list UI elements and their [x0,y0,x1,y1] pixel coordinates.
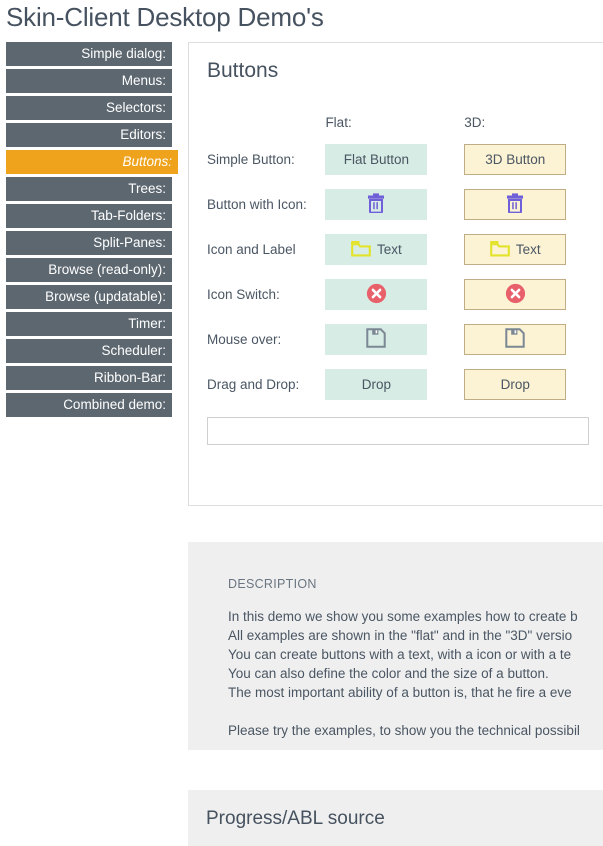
trash-icon [506,193,524,216]
sidebar-item-combined-demo[interactable]: Combined demo: [6,393,172,417]
drop-target-input[interactable] [207,417,589,445]
flat-button[interactable] [325,189,428,220]
button-label: Text [515,242,541,257]
button-label: Flat Button [343,152,410,167]
three-d-button-cell [464,279,603,310]
sidebar-item-simple-dialog[interactable]: Simple dialog: [6,42,172,66]
sidebar-item-tab-folders[interactable]: Tab-Folders: [6,204,172,228]
description-panel: DESCRIPTION In this demo we show you som… [188,542,603,750]
button-label: Drop [500,377,530,392]
flat-button[interactable]: Flat Button [325,144,428,175]
sidebar-item-split-panes[interactable]: Split-Panes: [6,231,172,255]
buttons-panel: Buttons Flat: 3D: Simple Button: Flat But… [188,42,603,506]
description-text: In this demo we show you some examples h… [228,609,580,738]
three-d-button[interactable] [464,279,567,310]
sidebar-item-scheduler[interactable]: Scheduler: [6,339,172,363]
grid-row: Simple Button: Flat Button 3D Button [207,137,603,182]
row-label: Button with Icon: [207,197,307,212]
three-d-button-cell: Drop [464,369,603,400]
sidebar-item-timer[interactable]: Timer: [6,312,172,336]
grid-header-row: Flat: 3D: [207,107,603,137]
grid-row: Drag and Drop: Drop Drop [207,362,603,407]
folder-icon [489,240,510,260]
cancel-circle-icon [505,283,526,307]
flat-button-cell [325,189,464,220]
sidebar-item-trees[interactable]: Trees: [6,177,172,201]
page-title: Skin-Client Desktop Demo's [6,2,324,32]
button-label: Text [377,242,402,257]
app-root: Skin-Client Desktop Demo's Simple dialog… [0,0,603,846]
grid-row: Icon and Label Text Text [207,227,603,272]
flat-button[interactable] [325,279,428,310]
row-label: Icon and Label [207,242,296,257]
folder-icon [351,240,371,260]
grid-row: Mouse over: [207,317,603,362]
row-label: Mouse over: [207,332,282,347]
row-label: Drag and Drop: [207,377,300,392]
three-d-button-cell: Text [464,234,603,265]
source-panel-title: Progress/ABL source [206,808,385,829]
flat-button-cell: Flat Button [325,144,464,175]
description-heading: DESCRIPTION [228,577,317,591]
sidebar-item-browse-read-only[interactable]: Browse (read-only): [6,258,172,282]
three-d-button[interactable]: Text [464,234,567,265]
flat-button[interactable] [325,324,428,355]
row-label: Simple Button: [207,152,295,167]
cancel-circle-icon [366,283,387,307]
source-panel: Progress/ABL source [188,790,603,846]
save-icon [366,328,387,351]
buttons-grid: Flat: 3D: Simple Button: Flat Button 3D Bu… [207,107,603,407]
grid-row: Icon Switch: [207,272,603,317]
button-label: 3D Button [485,152,546,167]
panel-title: Buttons [207,59,279,82]
three-d-button-cell: 3D Button [464,144,603,175]
flat-button-cell: Drop [325,369,464,400]
three-d-button[interactable]: Drop [464,369,567,400]
three-d-button[interactable] [464,189,567,220]
sidebar-item-editors[interactable]: Editors: [6,123,172,147]
save-icon [505,328,525,351]
trash-icon [367,193,385,216]
button-label: Drop [361,377,392,392]
sidebar-item-buttons[interactable]: Buttons: [6,150,178,174]
three-d-button-cell [464,324,603,355]
flat-button[interactable]: Text [325,234,428,265]
flat-button-cell [325,279,464,310]
column-header-3d: 3D: [464,114,486,130]
three-d-button[interactable]: 3D Button [464,144,567,175]
three-d-button[interactable] [464,324,567,355]
sidebar-item-ribbon-bar[interactable]: Ribbon-Bar: [6,366,172,390]
sidebar: Simple dialog: Menus: Selectors: Editors: Bu… [6,42,184,420]
flat-button-cell [325,324,464,355]
grid-row: Button with Icon: [207,182,603,227]
column-header-flat: Flat: [325,114,352,130]
sidebar-item-selectors[interactable]: Selectors: [6,96,172,120]
three-d-button-cell [464,189,603,220]
row-label: Icon Switch: [207,287,280,302]
flat-button-cell: Text [325,234,464,265]
flat-button[interactable]: Drop [325,369,428,400]
sidebar-item-menus[interactable]: Menus: [6,69,172,93]
sidebar-item-browse-updatable[interactable]: Browse (updatable): [6,285,172,309]
